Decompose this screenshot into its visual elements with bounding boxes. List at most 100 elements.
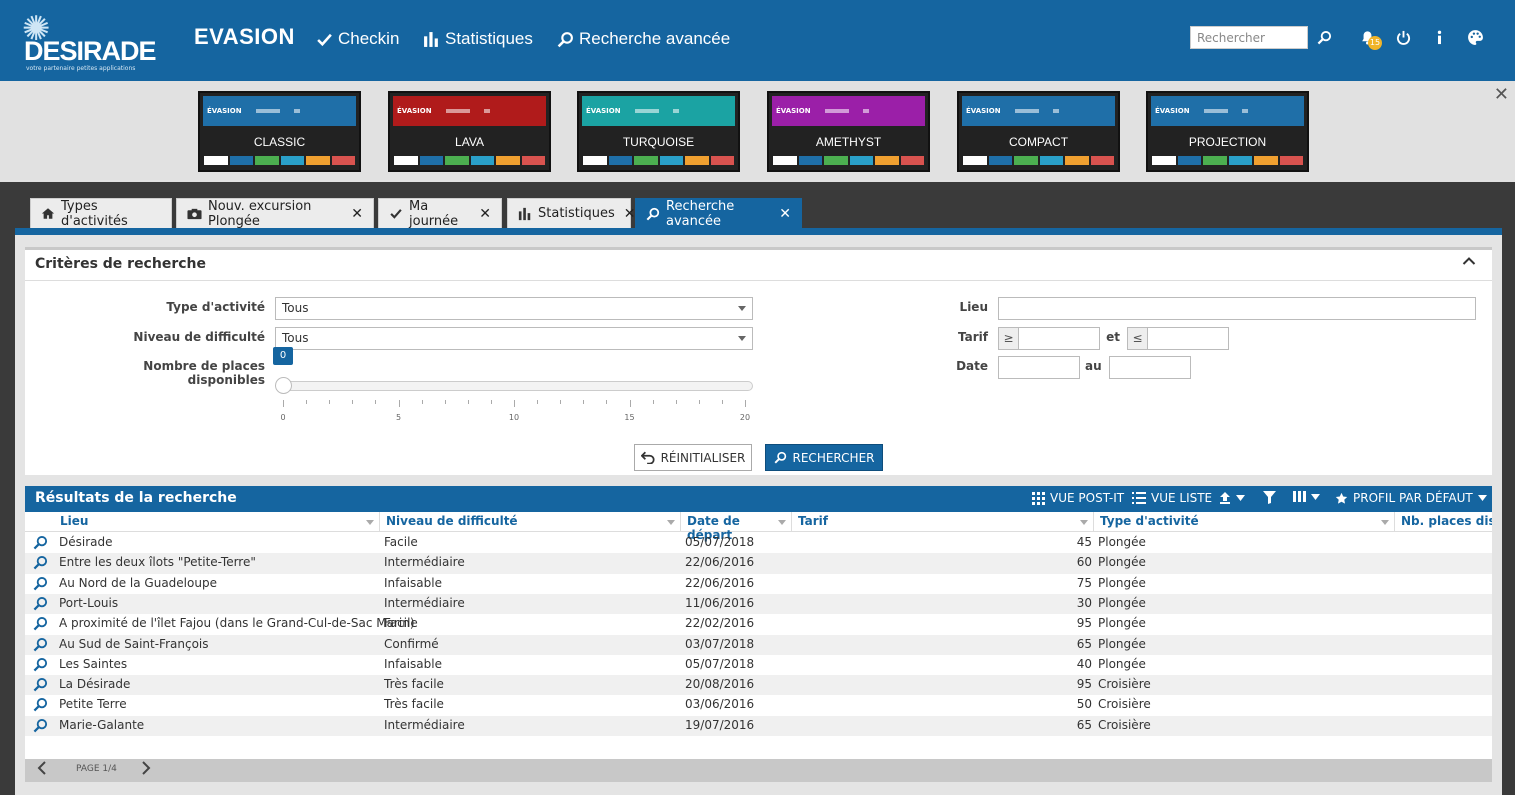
nav-statistiques[interactable]: Statistiques — [423, 29, 533, 49]
slider-tick — [698, 400, 700, 404]
tarif-label: Tarif — [958, 330, 988, 344]
theme-chip — [659, 156, 683, 165]
col-niveau[interactable]: Niveau de difficulté — [380, 512, 681, 532]
date-from-input[interactable] — [998, 356, 1080, 379]
caret-down-icon[interactable] — [366, 520, 374, 525]
tab-nouv-excursion-plongée[interactable]: Nouv. excursion Plongée ✕ — [176, 198, 374, 229]
view-list-button[interactable]: VUE LISTE — [1132, 491, 1212, 505]
filter-button[interactable] — [1263, 491, 1276, 504]
table-row[interactable]: Désirade Facile 05/07/2018 45 Plongée — [25, 533, 1492, 553]
tab-types-d-activités[interactable]: Types d'activités — [30, 198, 172, 229]
export-button[interactable] — [1219, 491, 1245, 504]
theme-lava[interactable]: ÉVASION LAVA — [388, 91, 551, 172]
tab-ma-journée[interactable]: Ma journée ✕ — [378, 198, 502, 229]
search-button[interactable]: RECHERCHER — [765, 444, 883, 471]
search-icon[interactable] — [33, 576, 48, 591]
table-row[interactable]: Entre les deux îlots "Petite-Terre" Inte… — [25, 553, 1492, 574]
tarif-min-input[interactable] — [1018, 327, 1100, 350]
cell-lieu: Désirade — [59, 535, 113, 549]
chevron-up-icon[interactable] — [1462, 256, 1476, 266]
col-places-label: Nb. places dispo — [1401, 514, 1492, 528]
power-button[interactable] — [1392, 26, 1414, 48]
columns-icon — [1293, 491, 1306, 502]
nav-recherche-avancee[interactable]: Recherche avancée — [557, 29, 730, 49]
theme-turquoise[interactable]: ÉVASION TURQUOISE — [577, 91, 740, 172]
palette-button[interactable] — [1464, 26, 1486, 48]
search-icon[interactable] — [33, 535, 48, 550]
search-icon[interactable] — [33, 718, 48, 733]
table-row[interactable]: Les Saintes Infaisable 05/07/2018 40 Plo… — [25, 655, 1492, 675]
type-activite-label: Type d'activité — [166, 300, 265, 314]
lieu-input[interactable] — [998, 297, 1476, 320]
close-icon[interactable]: ✕ — [351, 206, 363, 222]
info-button[interactable] — [1428, 26, 1450, 48]
theme-chip-row — [773, 156, 924, 165]
tab-recherche-avancée[interactable]: Recherche avancée ✕ — [635, 198, 802, 229]
global-search-input[interactable] — [1190, 26, 1308, 49]
caret-down-icon[interactable] — [1381, 520, 1389, 525]
table-row[interactable]: Petite Terre Très facile 03/06/2016 50 C… — [25, 695, 1492, 715]
col-date[interactable]: Date de départ — [681, 512, 792, 542]
slider-tick — [629, 400, 631, 407]
close-icon[interactable]: ✕ — [779, 206, 791, 222]
search-icon[interactable] — [33, 637, 48, 652]
cell-type: Plongée — [1098, 535, 1146, 549]
columns-button[interactable] — [1293, 491, 1320, 502]
search-icon[interactable] — [33, 657, 48, 672]
search-icon[interactable] — [33, 596, 48, 611]
col-places[interactable]: Nb. places dispo — [1395, 512, 1492, 532]
cell-date: 11/06/2016 — [685, 595, 755, 610]
close-icon[interactable]: ✕ — [624, 206, 636, 222]
theme-chip-row — [204, 156, 355, 165]
theme-compact[interactable]: ÉVASION COMPACT — [957, 91, 1120, 172]
places-slider-handle[interactable] — [275, 377, 292, 394]
cell-niveau: Intermédiaire — [384, 717, 465, 732]
search-icon[interactable] — [33, 555, 48, 570]
niveau-difficulte-select[interactable]: Tous — [275, 327, 753, 350]
table-row[interactable]: A proximité de l'îlet Fajou (dans le Gra… — [25, 614, 1492, 634]
type-activite-select[interactable]: Tous — [275, 297, 753, 320]
theme-chip — [255, 156, 279, 165]
caret-down-icon[interactable] — [1080, 520, 1088, 525]
tarif-max-input[interactable] — [1147, 327, 1229, 350]
close-icon[interactable]: ✕ — [479, 206, 491, 222]
theme-preview-menu — [445, 109, 470, 113]
places-slider-track[interactable] — [283, 381, 753, 391]
close-icon[interactable]: ✕ — [1494, 84, 1509, 105]
theme-name: AMETHYST — [815, 135, 882, 149]
places-label: Nombre de places disponibles — [143, 359, 265, 387]
tab-label: Types d'activités — [61, 198, 128, 229]
view-postit-button[interactable]: VUE POST-IT — [1032, 491, 1124, 505]
theme-amethyst[interactable]: ÉVASION AMETHYST — [767, 91, 930, 172]
reset-button[interactable]: RÉINITIALISER — [634, 444, 752, 471]
notifications-button[interactable]: 15 — [1356, 26, 1382, 50]
table-row[interactable]: Port-Louis Intermédiaire 11/06/2016 30 P… — [25, 593, 1492, 615]
tab-statistiques[interactable]: Statistiques ✕ — [507, 198, 636, 228]
theme-projection[interactable]: ÉVASION PROJECTION — [1146, 91, 1309, 172]
cell-niveau: Infaisable — [384, 575, 442, 590]
col-tarif[interactable]: Tarif — [792, 512, 1094, 532]
search-criteria-panel: Critères de recherche Type d'activité To… — [25, 247, 1492, 475]
caret-down-icon[interactable] — [667, 520, 675, 525]
chevron-right-icon[interactable] — [141, 761, 151, 775]
search-icon[interactable] — [33, 697, 48, 712]
chevron-left-icon[interactable] — [37, 761, 47, 775]
table-row[interactable]: Au Sud de Saint-François Confirmé 03/07/… — [25, 634, 1492, 655]
search-icon[interactable] — [33, 677, 48, 692]
global-search-button[interactable] — [1313, 26, 1335, 48]
nav-checkin[interactable]: Checkin — [316, 29, 399, 49]
camera-icon — [187, 208, 202, 220]
caret-down-icon[interactable] — [778, 520, 786, 525]
theme-classic[interactable]: ÉVASION CLASSIC — [198, 91, 361, 172]
search-icon[interactable] — [33, 616, 48, 631]
results-panel: Résultats de la recherche VUE POST-IT VU… — [25, 486, 1492, 776]
app-title[interactable]: EVASION — [194, 24, 295, 50]
col-lieu[interactable]: Lieu — [50, 512, 380, 532]
profile-button[interactable]: PROFIL PAR DÉFAUT — [1335, 491, 1487, 505]
table-row[interactable]: Au Nord de la Guadeloupe Infaisable 22/0… — [25, 574, 1492, 594]
table-row[interactable]: Marie-Galante Intermédiaire 19/07/2016 6… — [25, 715, 1492, 736]
col-type[interactable]: Type d'activité — [1094, 512, 1395, 532]
date-to-input[interactable] — [1109, 356, 1191, 379]
logo[interactable]: ✺ DESIRADE votre partenaire petites appl… — [18, 12, 157, 72]
table-row[interactable]: La Désirade Très facile 20/08/2016 95 Cr… — [25, 675, 1492, 696]
